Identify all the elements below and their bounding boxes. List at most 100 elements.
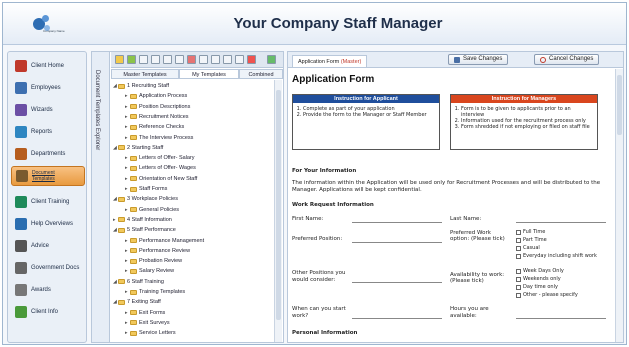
tree-label: 6 Staff Training bbox=[127, 278, 164, 285]
tree-item[interactable]: ▸ Exit Forms bbox=[125, 309, 165, 317]
checkbox[interactable] bbox=[516, 292, 521, 298]
form-scrollbar[interactable] bbox=[615, 69, 623, 342]
paste-icon[interactable] bbox=[175, 55, 184, 64]
instruction-item: Form shredded if not employing or filed … bbox=[461, 124, 593, 130]
checkbox-option[interactable]: Day time only bbox=[516, 284, 558, 290]
sidebar-item-document-templates[interactable]: Document Templates bbox=[11, 166, 85, 186]
sidebar-item-advice[interactable]: Advice bbox=[11, 236, 85, 256]
tree-label: 4 Staff Information bbox=[127, 216, 172, 223]
sidebar-item-client-home[interactable]: Client Home bbox=[11, 56, 85, 76]
sidebar-item-employees[interactable]: Employees bbox=[11, 78, 85, 98]
edit-icon[interactable] bbox=[211, 55, 220, 64]
house-icon bbox=[15, 60, 27, 72]
tree-item[interactable]: ▸ Orientation of New Staff bbox=[125, 175, 197, 183]
close-icon[interactable] bbox=[247, 55, 256, 64]
tree-folder[interactable]: ▸ 4 Staff Information bbox=[113, 216, 172, 224]
tree-item[interactable]: ▸ Exit Surveys bbox=[125, 319, 170, 327]
tree-scrollbar[interactable] bbox=[274, 80, 282, 342]
checkbox-option[interactable]: Part Time bbox=[516, 237, 547, 243]
first-name-label: First Name: bbox=[292, 216, 324, 222]
tree-label: 3 Workplace Policies bbox=[127, 196, 178, 203]
checkbox[interactable] bbox=[516, 245, 521, 251]
delete-icon[interactable] bbox=[187, 55, 196, 64]
copy-icon[interactable] bbox=[163, 55, 172, 64]
tree-item[interactable]: ▸ Staff Forms bbox=[125, 185, 167, 193]
work-request-heading: Work Request Information bbox=[292, 202, 374, 208]
tree-folder[interactable]: ◢ 2 Starting Staff bbox=[113, 144, 163, 152]
tree-item[interactable]: ▸ Performance Review bbox=[125, 247, 190, 255]
sidebar-item-help-overviews[interactable]: Help Overviews bbox=[11, 214, 85, 234]
first-name-field[interactable] bbox=[352, 222, 442, 223]
tree-item[interactable]: ▸ Position Descriptions bbox=[125, 103, 190, 111]
folder-icon bbox=[130, 207, 137, 213]
checkbox-option[interactable]: Other - please specify bbox=[516, 292, 578, 298]
sidebar-item-departments[interactable]: Departments bbox=[11, 144, 85, 164]
cancel-changes-button[interactable]: Cancel Changes bbox=[534, 54, 600, 65]
checkbox-option[interactable]: Weekends only bbox=[516, 276, 561, 282]
tree-item[interactable]: ▸ The Interview Process bbox=[125, 134, 193, 142]
tree-item[interactable]: ▸ Reference Checks bbox=[125, 123, 184, 131]
new-folder-icon[interactable] bbox=[115, 55, 124, 64]
app-title: Your Company Staff Manager bbox=[233, 15, 443, 32]
checkbox-option[interactable]: Everyday including shift work bbox=[516, 253, 597, 259]
email-icon[interactable] bbox=[223, 55, 232, 64]
preferred-position-field[interactable] bbox=[352, 242, 442, 243]
checkbox[interactable] bbox=[516, 237, 521, 243]
folder-icon[interactable] bbox=[139, 55, 148, 64]
folder-icon bbox=[118, 196, 125, 202]
tree-item[interactable]: ▸ General Policies bbox=[125, 206, 179, 214]
checkbox[interactable] bbox=[516, 276, 521, 282]
print-icon[interactable] bbox=[235, 55, 244, 64]
rename-icon[interactable] bbox=[199, 55, 208, 64]
tree-label: General Policies bbox=[139, 206, 180, 213]
tree-folder[interactable]: ◢ 1 Recruiting Staff bbox=[113, 82, 169, 90]
sidebar-item-client-info[interactable]: Client Info bbox=[11, 302, 85, 322]
sidebar-item-label: Client Training bbox=[31, 199, 70, 205]
explorer-vertical-tab[interactable]: Document Templates Explorer bbox=[92, 52, 110, 342]
form-scrollbar-thumb[interactable] bbox=[617, 75, 622, 135]
tree-item[interactable]: ▸ Training Templates bbox=[125, 288, 185, 296]
last-name-field[interactable] bbox=[516, 222, 606, 223]
start-work-field[interactable] bbox=[352, 318, 442, 319]
checkbox-option[interactable]: Casual bbox=[516, 245, 540, 251]
tree-label: Exit Surveys bbox=[139, 319, 170, 326]
tree-folder[interactable]: ◢ 5 Staff Performance bbox=[113, 226, 176, 234]
people-icon bbox=[15, 82, 27, 94]
tree-scrollbar-thumb[interactable] bbox=[276, 90, 281, 320]
checkbox[interactable] bbox=[516, 229, 521, 235]
save-changes-button[interactable]: Save Changes bbox=[448, 54, 509, 65]
sidebar-item-wizards[interactable]: Wizards bbox=[11, 100, 85, 120]
checkbox-option[interactable]: Full Time bbox=[516, 229, 545, 235]
sidebar-item-client-training[interactable]: Client Training bbox=[11, 192, 85, 212]
checkbox[interactable] bbox=[516, 268, 521, 274]
cancel-icon bbox=[540, 56, 546, 63]
refresh-icon[interactable] bbox=[267, 55, 276, 64]
checkbox[interactable] bbox=[516, 253, 521, 259]
tree-item[interactable]: ▸ Performance Management bbox=[125, 237, 204, 245]
instruction-item: Form is to be given to applicants prior … bbox=[461, 106, 593, 118]
tree-item[interactable]: ▸ Letters of Offer- Wages bbox=[125, 164, 196, 172]
document-icon[interactable] bbox=[151, 55, 160, 64]
tree-folder[interactable]: ◢ 3 Workplace Policies bbox=[113, 195, 178, 203]
checkbox[interactable] bbox=[516, 284, 521, 290]
tab-combined[interactable]: Combined bbox=[239, 69, 283, 79]
sidebar-item-awards[interactable]: Awards bbox=[11, 280, 85, 300]
tab-application-form[interactable]: Application Form (Master) bbox=[292, 55, 368, 67]
hours-available-field[interactable] bbox=[516, 318, 606, 319]
tree-item[interactable]: ▸ Service Letters bbox=[125, 329, 176, 337]
tree-folder[interactable]: ◢ 6 Staff Training bbox=[113, 278, 164, 286]
tab-my-templates[interactable]: My Templates bbox=[179, 69, 239, 79]
tree-item[interactable]: ▸ Probation Review bbox=[125, 257, 182, 265]
tree-item[interactable]: ▸ Application Process bbox=[125, 92, 187, 100]
document-icon bbox=[16, 170, 28, 182]
tab-master-templates[interactable]: Master Templates bbox=[111, 69, 179, 79]
sidebar-item-government-docs[interactable]: Government Docs bbox=[11, 258, 85, 278]
other-positions-field[interactable] bbox=[352, 282, 442, 283]
add-icon[interactable] bbox=[127, 55, 136, 64]
sidebar-item-reports[interactable]: Reports bbox=[11, 122, 85, 142]
tree-item[interactable]: ▸ Salary Review bbox=[125, 267, 174, 275]
tree-item[interactable]: ▸ Letters of Offer- Salary bbox=[125, 154, 195, 162]
checkbox-option[interactable]: Week Days Only bbox=[516, 268, 564, 274]
tree-folder[interactable]: ◢ 7 Exiting Staff bbox=[113, 298, 161, 306]
tree-item[interactable]: ▸ Recruitment Notices bbox=[125, 113, 189, 121]
